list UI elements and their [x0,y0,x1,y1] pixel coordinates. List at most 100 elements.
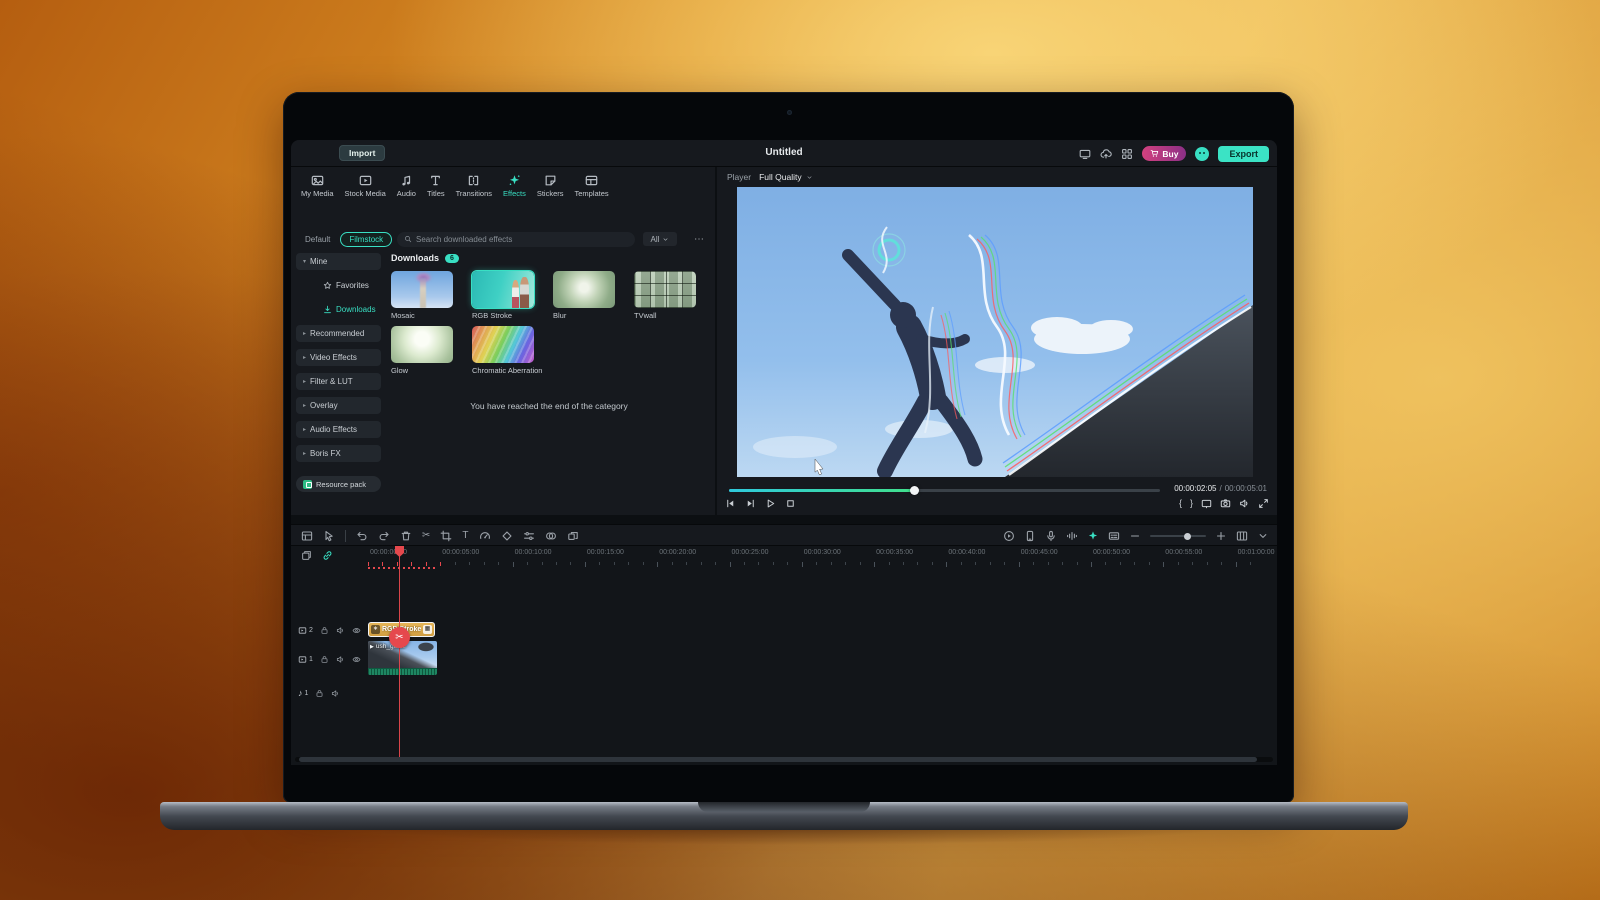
mask-icon[interactable] [545,530,557,542]
more-options-button[interactable]: ⋯ [694,234,705,245]
eye-icon[interactable] [352,626,361,635]
crop-icon[interactable] [440,530,452,542]
effect-card-chromatic-aberration[interactable]: Chromatic Aberration [472,326,534,375]
filter-dropdown[interactable]: All [643,232,677,246]
zoom-slider-handle[interactable] [1184,533,1191,540]
sidebar-item-boris-fx[interactable]: ▸Boris FX [296,445,381,462]
cast-icon[interactable] [1201,498,1212,509]
seek-bar[interactable] [729,486,1160,495]
search-input[interactable]: Search downloaded effects [397,232,635,247]
scrollbar-handle[interactable] [299,757,1257,762]
plugin-icon[interactable] [1087,530,1099,542]
redo-icon[interactable] [378,530,390,542]
ruler-label: 00:00:15:00 [587,549,624,556]
play-icon[interactable] [765,498,776,509]
source-tab-default[interactable]: Default [297,232,338,247]
audio-wave-icon[interactable] [1066,530,1078,542]
track-manager-icon[interactable] [1236,530,1248,542]
account-avatar[interactable] [1195,147,1209,161]
adjust-icon[interactable] [523,530,535,542]
export-button[interactable]: Export [1218,146,1269,162]
timeline-scrollbar[interactable] [295,757,1273,762]
tab-my-media[interactable]: My Media [301,174,334,198]
buy-button[interactable]: Buy [1142,146,1186,161]
speed-icon[interactable] [479,530,491,542]
timeline-zoom-slider[interactable] [1150,530,1206,542]
stop-icon[interactable] [785,498,796,509]
sidebar-item-mine[interactable]: ▾Mine [296,253,381,270]
source-tab-filmstock[interactable]: Filmstock [340,232,392,247]
device-preview-icon[interactable] [1024,530,1036,542]
zoom-out-icon[interactable] [1129,530,1141,542]
cloud-upload-icon[interactable] [1100,148,1112,160]
speaker-icon[interactable] [336,626,345,635]
ruler-tick [469,562,470,565]
eye-icon[interactable] [352,655,361,664]
sidebar-item-favorites[interactable]: Favorites [296,277,381,294]
zoom-in-icon[interactable] [1215,530,1227,542]
text-icon[interactable]: T [462,530,468,542]
ruler-label: 00:00:25:00 [732,549,769,556]
split-at-playhead-button[interactable]: ✂ [389,627,410,648]
lock-icon[interactable] [320,655,329,664]
speaker-icon[interactable] [336,655,345,664]
screen-record-icon[interactable] [1003,530,1015,542]
display-icon[interactable] [1079,148,1091,160]
quality-dropdown[interactable]: Full Quality [759,172,813,182]
apps-grid-icon[interactable] [1121,148,1133,160]
snapshot-icon[interactable] [1220,498,1231,509]
delete-icon[interactable] [400,530,412,542]
select-tool-icon[interactable] [323,530,335,542]
sidebar-item-downloads[interactable]: Downloads [296,301,381,318]
tab-audio[interactable]: Audio [397,174,416,198]
seek-handle[interactable] [910,486,919,495]
timeline-ruler[interactable]: 00:00:00:0000:00:05:0000:00:10:0000:00:1… [291,546,1277,570]
tab-effects[interactable]: Effects [503,174,526,198]
effect-card-rgb-stroke[interactable]: RGB Stroke [472,271,534,320]
video-preview[interactable] [737,187,1253,477]
quality-value: Full Quality [759,172,802,182]
effect-card-tvwall[interactable]: TVwall [634,271,696,320]
media-browser-icon[interactable] [301,530,313,542]
effect-card-blur[interactable]: Blur [553,271,615,320]
microphone-icon[interactable] [1045,530,1057,542]
stock-icon [359,174,372,187]
ruler-tick [686,562,687,565]
mark-out-icon[interactable]: } [1190,498,1193,509]
captions-icon[interactable] [1108,530,1120,542]
undo-icon[interactable] [356,530,368,542]
tab-templates[interactable]: Templates [575,174,609,198]
effect-card-glow[interactable]: Glow [391,326,453,375]
tab-titles[interactable]: Titles [427,174,445,198]
resource-pack-button[interactable]: Resource pack [296,476,381,492]
split-icon[interactable]: ✂ [422,530,430,542]
layers-icon[interactable] [301,550,312,561]
star-icon [323,281,332,290]
track-badge: 2 [298,626,313,635]
speaker-icon[interactable] [331,689,340,698]
tab-transitions[interactable]: Transitions [456,174,492,198]
prev-frame-icon[interactable] [725,498,736,509]
ruler-label: 00:00:05:00 [442,549,479,556]
keyframe-icon[interactable] [501,530,513,542]
tab-stickers[interactable]: Stickers [537,174,564,198]
sidebar-item-overlay[interactable]: ▸Overlay [296,397,381,414]
link-icon[interactable] [322,550,333,561]
playhead[interactable] [399,546,400,760]
speaker-icon[interactable] [1239,498,1250,509]
sidebar-item-audio-effects[interactable]: ▸Audio Effects [296,421,381,438]
group-icon[interactable] [567,530,579,542]
ruler-tick [1250,562,1251,565]
chev-down-icon[interactable] [1257,530,1269,542]
sidebar-item-recommended[interactable]: ▸Recommended [296,325,381,342]
lock-icon[interactable] [315,689,324,698]
effect-card-mosaic[interactable]: Mosaic [391,271,453,320]
sidebar-label: Downloads [336,305,376,314]
sidebar-item-filter-lut[interactable]: ▸Filter & LUT [296,373,381,390]
expand-icon[interactable] [1258,498,1269,509]
lock-icon[interactable] [320,626,329,635]
sidebar-item-video-effects[interactable]: ▸Video Effects [296,349,381,366]
tab-stock-media[interactable]: Stock Media [345,174,386,198]
next-frame-icon[interactable] [745,498,756,509]
mark-in-icon[interactable]: { [1179,498,1182,509]
